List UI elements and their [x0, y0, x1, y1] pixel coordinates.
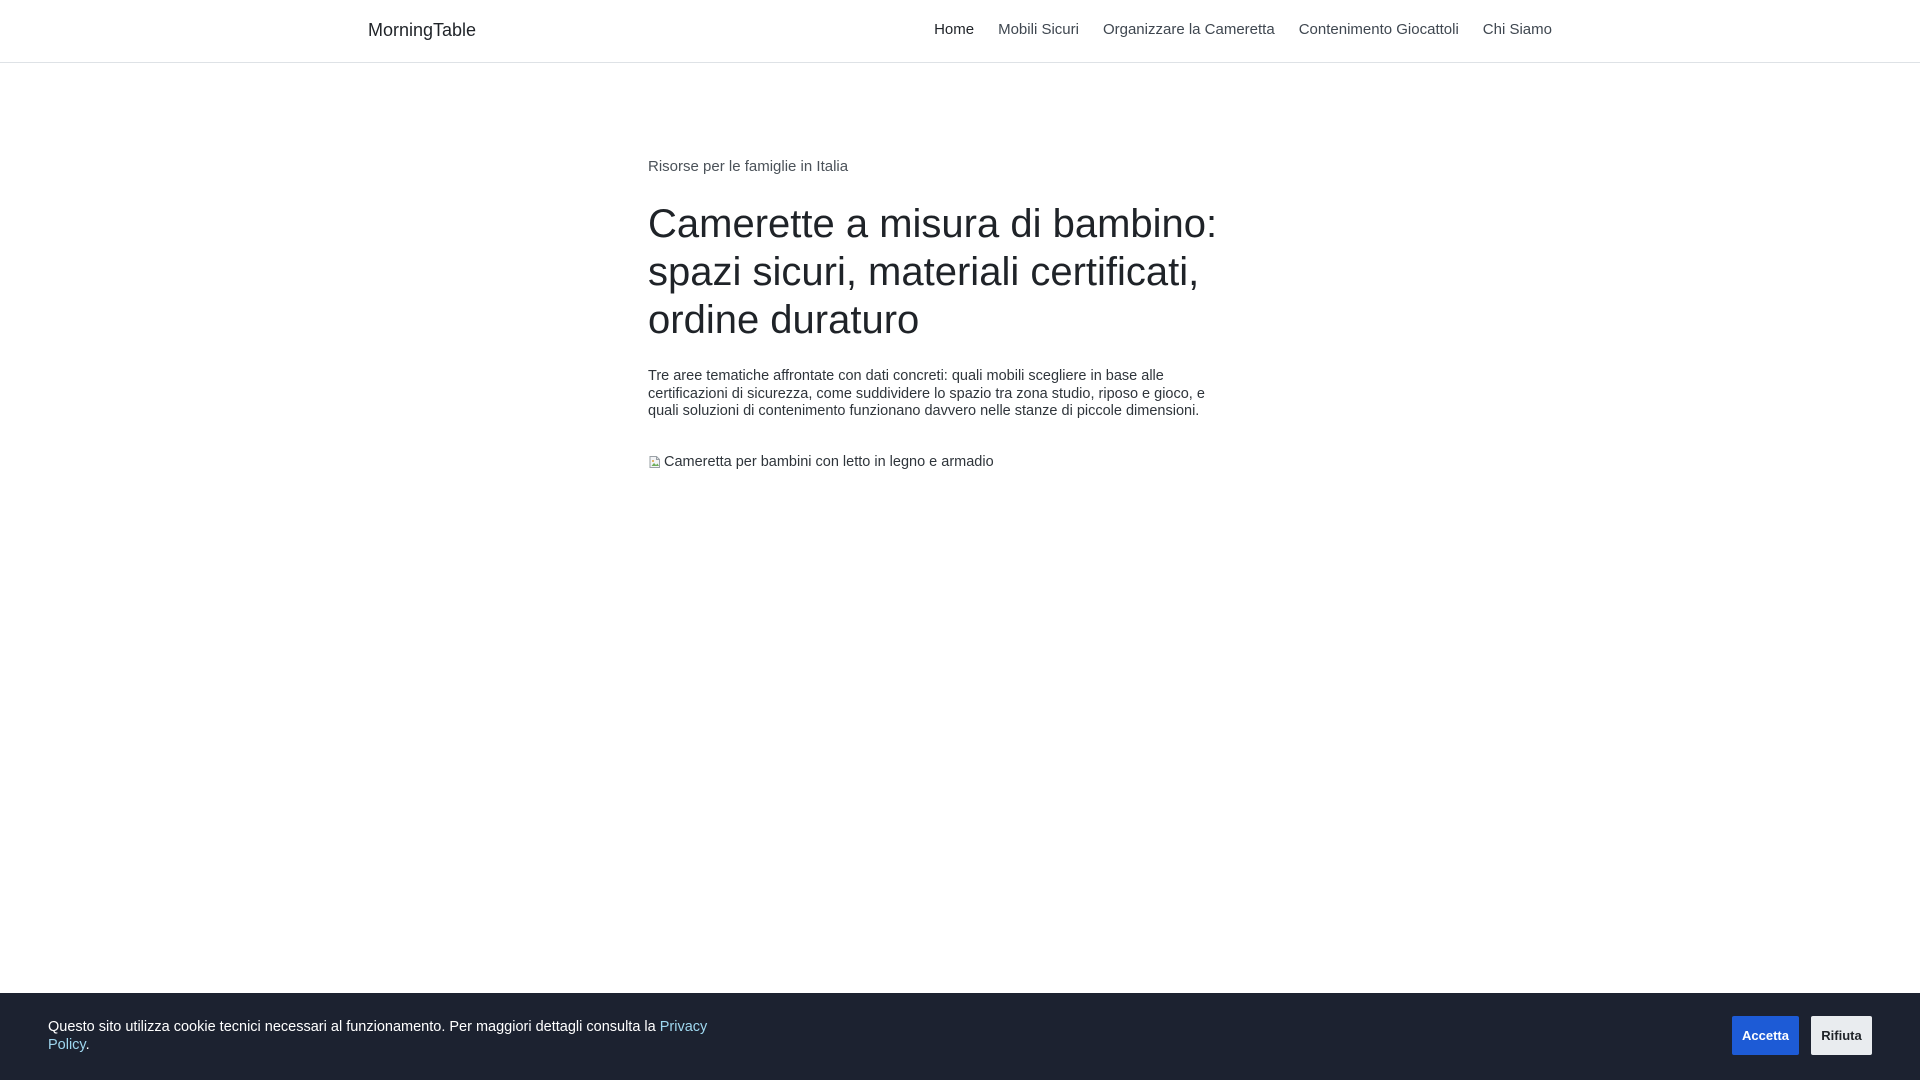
broken-image-icon	[648, 455, 662, 469]
site-header: MorningTable Home Mobili Sicuri Organizz…	[0, 0, 1920, 63]
nav-item-organizzare-cameretta[interactable]: Organizzare la Cameretta	[1103, 21, 1275, 38]
cookie-text-suffix: .	[85, 1037, 90, 1053]
cookie-banner: Questo sito utilizza cookie tecnici nece…	[0, 993, 1920, 1080]
main-nav: Home Mobili Sicuri Organizzare la Camere…	[934, 21, 1552, 38]
brand-logo-link[interactable]: MorningTable	[368, 20, 476, 41]
accept-cookies-button[interactable]: Accetta	[1732, 1016, 1799, 1055]
cookie-message: Questo sito utilizza cookie tecnici nece…	[48, 1018, 708, 1054]
main-content: Risorse per le famiglie in Italia Camere…	[648, 158, 1228, 470]
hero-eyebrow: Risorse per le famiglie in Italia	[648, 158, 849, 175]
nav-item-mobili-sicuri[interactable]: Mobili Sicuri	[998, 21, 1079, 38]
hero-image: Cameretta per bambini con letto in legno…	[648, 454, 1228, 470]
cookie-text-prefix: Questo sito utilizza cookie tecnici nece…	[48, 1019, 660, 1035]
page-title: Camerette a misura di bambino: spazi sic…	[648, 202, 1218, 342]
nav-item-chi-siamo[interactable]: Chi Siamo	[1483, 21, 1552, 38]
reject-cookies-button[interactable]: Rifiuta	[1811, 1016, 1872, 1055]
nav-item-home[interactable]: Home	[934, 21, 974, 38]
hero-lead-paragraph: Tre aree tematiche affrontate con dati c…	[648, 368, 1205, 419]
nav-item-contenimento-giocattoli[interactable]: Contenimento Giocattoli	[1299, 21, 1459, 38]
hero-image-alt-text: Cameretta per bambini con letto in legno…	[664, 453, 994, 470]
